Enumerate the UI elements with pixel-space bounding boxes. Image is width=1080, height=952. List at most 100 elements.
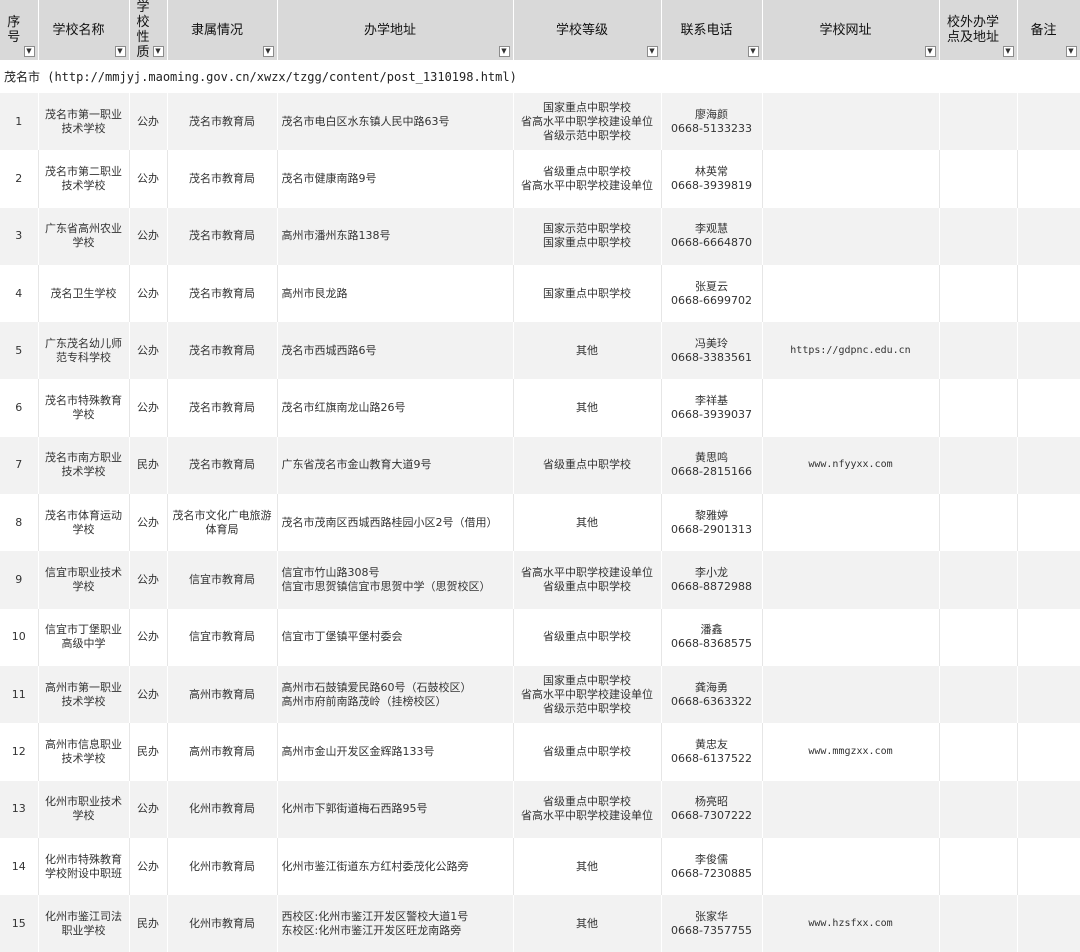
cell-school-name[interactable]: 化州市职业技术学校 <box>38 780 130 838</box>
cell-grade[interactable]: 省级重点中职学校 省高水平中职学校建设单位 <box>513 150 662 208</box>
filter-dropdown-icon[interactable]: ▼ <box>114 46 126 57</box>
cell-contact[interactable]: 张夏云 0668-6699702 <box>661 264 763 323</box>
cell-address[interactable]: 茂名市健康南路9号 <box>277 150 514 208</box>
table-row[interactable]: 6 茂名市特殊教育学校 公办 茂名市教育局 茂名市红旗南龙山路26号 其他 李祥基 0668-… <box>0 379 1080 437</box>
cell-remark[interactable] <box>1017 837 1080 896</box>
cell-no[interactable]: 4 <box>0 264 39 323</box>
table-row[interactable]: 2 茂名市第二职业技术学校 公办 茂名市教育局 茂名市健康南路9号 省级重点中职学校 省高水… <box>0 150 1080 208</box>
filter-dropdown-icon[interactable]: ▼ <box>23 46 35 57</box>
cell-address[interactable]: 化州市鉴江街道东方红村委茂化公路旁 <box>277 837 514 896</box>
cell-address[interactable]: 高州市石鼓镇爱民路60号（石鼓校区） 高州市府前南路茂岭（挂榜校区） <box>277 665 514 724</box>
filter-dropdown-icon[interactable]: ▼ <box>262 46 274 57</box>
cell-grade[interactable]: 省级重点中职学校 省高水平中职学校建设单位 <box>513 780 662 838</box>
cell-grade[interactable]: 国家重点中职学校 省高水平中职学校建设单位 省级示范中职学校 <box>513 665 662 724</box>
cell-nature[interactable]: 公办 <box>129 665 168 724</box>
table-row[interactable]: 7 茂名市南方职业技术学校 民办 茂名市教育局 广东省茂名市金山教育大道9号 省级重点中职… <box>0 436 1080 495</box>
cell-grade[interactable]: 省级重点中职学校 <box>513 608 662 666</box>
table-row[interactable]: 4 茂名卫生学校 公办 茂名市教育局 高州市艮龙路 国家重点中职学校 张夏云 0668-669… <box>0 264 1080 323</box>
cell-remark[interactable] <box>1017 494 1080 552</box>
cell-no[interactable]: 2 <box>0 150 39 208</box>
table-row[interactable]: 3 广东省高州农业学校 公办 茂名市教育局 高州市潘州东路138号 国家示范中职学校 国家重… <box>0 207 1080 265</box>
cell-offsite[interactable] <box>939 93 1018 151</box>
cell-contact[interactable]: 张家华 0668-7357755 <box>661 895 763 952</box>
cell-contact[interactable]: 李祥基 0668-3939037 <box>661 379 763 437</box>
cell-contact[interactable]: 黄思鸣 0668-2815166 <box>661 436 763 495</box>
cell-nature[interactable]: 民办 <box>129 723 168 781</box>
cell-website[interactable] <box>762 665 940 724</box>
cell-contact[interactable]: 林英常 0668-3939819 <box>661 150 763 208</box>
cell-offsite[interactable] <box>939 665 1018 724</box>
cell-offsite[interactable] <box>939 207 1018 265</box>
cell-website[interactable]: https://gdpnc.edu.cn <box>762 322 940 380</box>
cell-affiliation[interactable]: 茂名市教育局 <box>167 93 278 151</box>
cell-nature[interactable]: 公办 <box>129 379 168 437</box>
cell-school-name[interactable]: 茂名市特殊教育学校 <box>38 379 130 437</box>
cell-offsite[interactable] <box>939 494 1018 552</box>
cell-grade[interactable]: 省高水平中职学校建设单位 省级重点中职学校 <box>513 551 662 609</box>
cell-nature[interactable]: 公办 <box>129 150 168 208</box>
cell-remark[interactable] <box>1017 436 1080 495</box>
cell-website[interactable] <box>762 150 940 208</box>
cell-no[interactable]: 11 <box>0 665 39 724</box>
cell-nature[interactable]: 公办 <box>129 93 168 151</box>
cell-offsite[interactable] <box>939 436 1018 495</box>
cell-website[interactable]: www.nfyyxx.com <box>762 436 940 495</box>
cell-no[interactable]: 14 <box>0 837 39 896</box>
cell-nature[interactable]: 公办 <box>129 494 168 552</box>
cell-address[interactable]: 高州市艮龙路 <box>277 264 514 323</box>
cell-no[interactable]: 3 <box>0 207 39 265</box>
filter-dropdown-icon[interactable]: ▼ <box>1002 46 1014 57</box>
cell-website[interactable]: www.hzsfxx.com <box>762 895 940 952</box>
cell-school-name[interactable]: 广东省高州农业学校 <box>38 207 130 265</box>
cell-no[interactable]: 9 <box>0 551 39 609</box>
cell-no[interactable]: 15 <box>0 895 39 952</box>
cell-affiliation[interactable]: 茂名市教育局 <box>167 207 278 265</box>
filter-dropdown-icon[interactable]: ▼ <box>1065 46 1077 57</box>
cell-remark[interactable] <box>1017 895 1080 952</box>
cell-website[interactable] <box>762 608 940 666</box>
cell-no[interactable]: 6 <box>0 379 39 437</box>
cell-school-name[interactable]: 高州市信息职业技术学校 <box>38 723 130 781</box>
cell-school-name[interactable]: 化州市特殊教育学校附设中职班 <box>38 837 130 896</box>
cell-affiliation[interactable]: 茂名市教育局 <box>167 436 278 495</box>
cell-remark[interactable] <box>1017 150 1080 208</box>
cell-offsite[interactable] <box>939 837 1018 896</box>
table-row[interactable]: 9 信宜市职业技术学校 公办 信宜市教育局 信宜市竹山路308号 信宜市思贺镇信宜市思贺中… <box>0 551 1080 609</box>
cell-grade[interactable]: 其他 <box>513 837 662 896</box>
cell-contact[interactable]: 杨亮昭 0668-7307222 <box>661 780 763 838</box>
cell-website[interactable] <box>762 780 940 838</box>
cell-address[interactable]: 茂名市电白区水东镇人民中路63号 <box>277 93 514 151</box>
cell-school-name[interactable]: 信宜市丁堡职业高级中学 <box>38 608 130 666</box>
cell-address[interactable]: 高州市金山开发区金辉路133号 <box>277 723 514 781</box>
cell-affiliation[interactable]: 高州市教育局 <box>167 723 278 781</box>
table-row[interactable]: 10 信宜市丁堡职业高级中学 公办 信宜市教育局 信宜市丁堡镇平堡村委会 省级重点中职学校… <box>0 608 1080 666</box>
cell-website[interactable] <box>762 93 940 151</box>
cell-nature[interactable]: 公办 <box>129 780 168 838</box>
cell-no[interactable]: 8 <box>0 494 39 552</box>
table-row[interactable]: 15 化州市鉴江司法职业学校 民办 化州市教育局 西校区:化州市鉴江开发区警校大道1号东… <box>0 895 1080 952</box>
cell-website[interactable] <box>762 379 940 437</box>
cell-nature[interactable]: 公办 <box>129 551 168 609</box>
cell-address[interactable]: 西校区:化州市鉴江开发区警校大道1号 东校区:化州市鉴江开发区旺龙南路旁 <box>277 895 514 952</box>
cell-nature[interactable]: 公办 <box>129 608 168 666</box>
cell-no[interactable]: 7 <box>0 436 39 495</box>
cell-offsite[interactable] <box>939 608 1018 666</box>
filter-dropdown-icon[interactable]: ▼ <box>152 46 164 57</box>
cell-grade[interactable]: 其他 <box>513 379 662 437</box>
cell-offsite[interactable] <box>939 780 1018 838</box>
cell-remark[interactable] <box>1017 264 1080 323</box>
cell-website[interactable]: www.mmgzxx.com <box>762 723 940 781</box>
cell-affiliation[interactable]: 化州市教育局 <box>167 895 278 952</box>
cell-affiliation[interactable]: 信宜市教育局 <box>167 608 278 666</box>
cell-grade[interactable]: 国家重点中职学校 省高水平中职学校建设单位 省级示范中职学校 <box>513 93 662 151</box>
cell-no[interactable]: 5 <box>0 322 39 380</box>
cell-contact[interactable]: 黄忠友 0668-6137522 <box>661 723 763 781</box>
table-row[interactable]: 1 茂名市第一职业技术学校 公办 茂名市教育局 茂名市电白区水东镇人民中路63号 国家重点… <box>0 93 1080 151</box>
cell-no[interactable]: 12 <box>0 723 39 781</box>
cell-school-name[interactable]: 化州市鉴江司法职业学校 <box>38 895 130 952</box>
cell-school-name[interactable]: 广东茂名幼儿师范专科学校 <box>38 322 130 380</box>
cell-nature[interactable]: 民办 <box>129 436 168 495</box>
cell-website[interactable] <box>762 207 940 265</box>
cell-affiliation[interactable]: 化州市教育局 <box>167 780 278 838</box>
cell-remark[interactable] <box>1017 723 1080 781</box>
